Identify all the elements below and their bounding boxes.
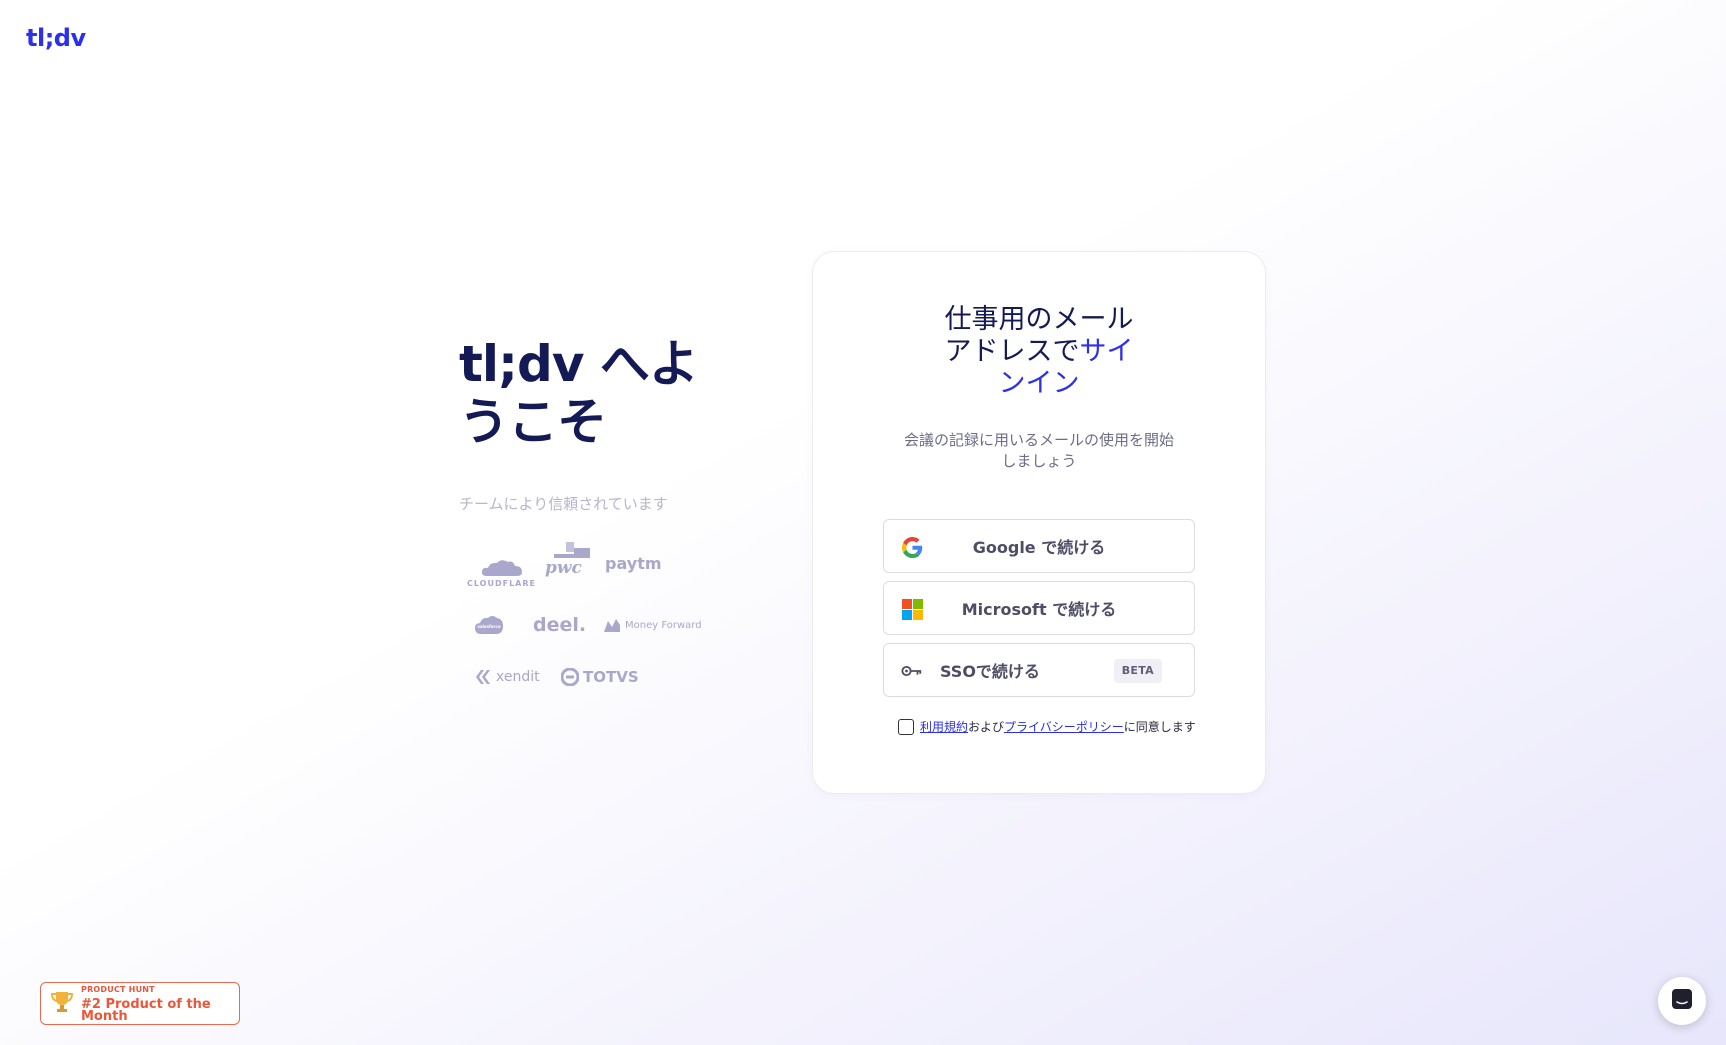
- totvs-mark-icon: [561, 668, 579, 686]
- key-icon: [901, 660, 923, 682]
- deel-logo: deel.: [533, 614, 587, 636]
- moneyforward-logo: Money Forward: [603, 617, 702, 633]
- sso-signin-button[interactable]: SSOで続ける BETA: [883, 643, 1195, 697]
- trophy-icon: [50, 990, 74, 1018]
- terms-checkbox[interactable]: [898, 718, 914, 735]
- salesforce-logo: salesforce: [474, 614, 504, 636]
- trusted-by-text: チームにより信頼されています: [459, 495, 668, 513]
- moneyforward-mark-icon: [604, 619, 620, 632]
- xendit-logo: xendit: [474, 668, 540, 686]
- google-signin-button[interactable]: Google で続ける: [883, 519, 1195, 573]
- microsoft-button-label: Microsoft で続ける: [961, 600, 1117, 619]
- google-icon: [901, 536, 923, 558]
- paytm-logo: paytm: [605, 554, 662, 573]
- cloud-icon: [481, 560, 522, 576]
- microsoft-icon: [901, 598, 923, 620]
- salesforce-cloud-icon: salesforce: [475, 616, 503, 634]
- chat-launcher-button[interactable]: [1658, 977, 1706, 1025]
- chat-icon: [1671, 988, 1693, 1014]
- svg-text:salesforce: salesforce: [477, 624, 500, 629]
- privacy-link[interactable]: プライバシーポリシー: [1004, 718, 1124, 735]
- card-subtitle: 会議の記録に用いるメールの使用を開始 しましょう: [903, 431, 1174, 470]
- terms-link[interactable]: 利用規約: [920, 718, 968, 735]
- cloudflare-logo: CLOUDFLARE: [467, 558, 536, 588]
- microsoft-signin-button[interactable]: Microsoft で続ける: [883, 581, 1195, 635]
- beta-badge: BETA: [1113, 659, 1162, 683]
- pwc-logo: pwc: [545, 542, 592, 578]
- terms-agreement: 利用規約 および プライバシーポリシー に同意します: [898, 718, 1196, 735]
- signin-card: 仕事用のメール アドレスでサイ ンイン 会議の記録に用いるメールの使用を開始 し…: [812, 251, 1266, 794]
- xendit-mark-icon: [476, 670, 490, 684]
- tldv-logo[interactable]: tl;dv: [26, 24, 86, 52]
- product-hunt-badge[interactable]: PRODUCT HUNT #2 Product of the Month: [40, 982, 240, 1025]
- totvs-logo: TOTVS: [561, 668, 639, 686]
- welcome-title: tl;dv へよ うこそ: [459, 335, 699, 451]
- google-button-label: Google で続ける: [972, 538, 1106, 557]
- card-title: 仕事用のメール アドレスでサイ ンイン: [944, 304, 1134, 399]
- sso-button-label: SSOで続ける: [940, 662, 1040, 681]
- welcome-section: tl;dv へよ うこそ チームにより信頼されています: [459, 335, 719, 514]
